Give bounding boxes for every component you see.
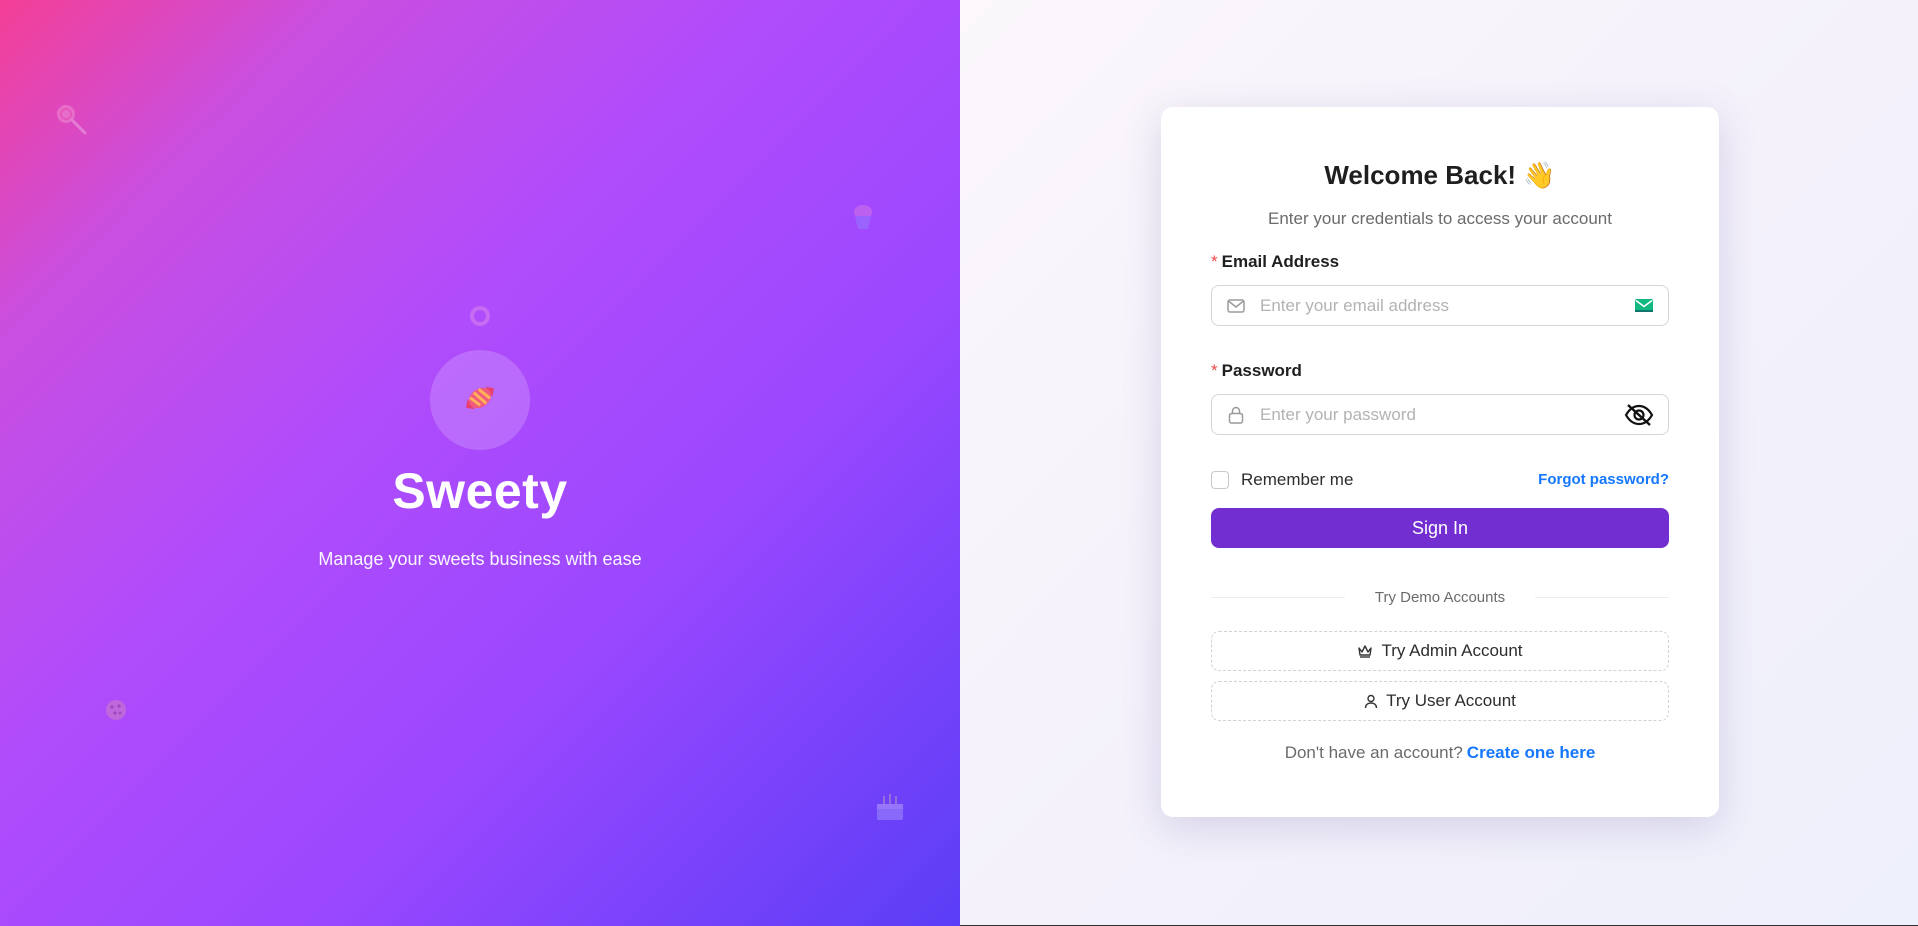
email-input[interactable] bbox=[1260, 287, 1634, 324]
login-title: Welcome Back! 👋 bbox=[1324, 160, 1556, 190]
divider-line bbox=[1535, 596, 1670, 598]
signup-prompt: Don't have an account? Create one here bbox=[1161, 743, 1719, 763]
divider-line bbox=[1211, 596, 1345, 598]
user-icon bbox=[1364, 694, 1378, 709]
brand-panel: Sweety Manage your sweets business with … bbox=[0, 0, 960, 926]
candy-icon bbox=[459, 377, 501, 424]
try-user-button[interactable]: Try User Account bbox=[1211, 681, 1669, 721]
cake-icon bbox=[874, 792, 906, 827]
remember-checkbox[interactable] bbox=[1211, 471, 1229, 489]
mail-icon bbox=[1226, 296, 1246, 316]
demo-divider-label: Try Demo Accounts bbox=[1374, 588, 1506, 606]
remember-me[interactable]: Remember me bbox=[1211, 470, 1353, 490]
email-field-wrapper[interactable] bbox=[1211, 285, 1669, 326]
login-card: Welcome Back! 👋 Enter your credentials t… bbox=[1161, 107, 1719, 817]
cookie-icon bbox=[104, 698, 128, 727]
password-input[interactable] bbox=[1260, 396, 1624, 433]
brand-logo bbox=[430, 350, 530, 450]
password-field-wrapper[interactable] bbox=[1211, 394, 1669, 435]
lollipop-icon bbox=[54, 102, 88, 141]
signup-prompt-text: Don't have an account? bbox=[1284, 743, 1463, 762]
required-mark: * bbox=[1211, 361, 1218, 380]
email-label: * Email Address bbox=[1211, 252, 1340, 271]
try-user-label: Try User Account bbox=[1386, 691, 1516, 710]
password-label: * Password bbox=[1211, 361, 1302, 380]
donut-icon bbox=[470, 306, 490, 331]
eye-off-icon[interactable] bbox=[1624, 403, 1654, 426]
lock-icon bbox=[1226, 405, 1246, 425]
remember-label: Remember me bbox=[1241, 470, 1354, 489]
brand-tagline: Manage your sweets business with ease bbox=[318, 549, 642, 569]
forgot-password-link[interactable]: Forgot password? bbox=[1538, 471, 1669, 488]
crown-icon bbox=[1357, 644, 1373, 658]
cupcake-icon bbox=[852, 204, 874, 235]
brand-name: Sweety bbox=[392, 463, 568, 519]
login-subtitle: Enter your credentials to access your ac… bbox=[1268, 209, 1612, 228]
mail-check-icon bbox=[1634, 296, 1654, 316]
try-admin-label: Try Admin Account bbox=[1381, 641, 1523, 660]
try-admin-button[interactable]: Try Admin Account bbox=[1211, 631, 1669, 671]
demo-divider: Try Demo Accounts bbox=[1211, 587, 1670, 607]
required-mark: * bbox=[1211, 252, 1218, 271]
sign-in-button[interactable]: Sign In bbox=[1211, 508, 1669, 548]
create-account-link[interactable]: Create one here bbox=[1467, 743, 1596, 762]
